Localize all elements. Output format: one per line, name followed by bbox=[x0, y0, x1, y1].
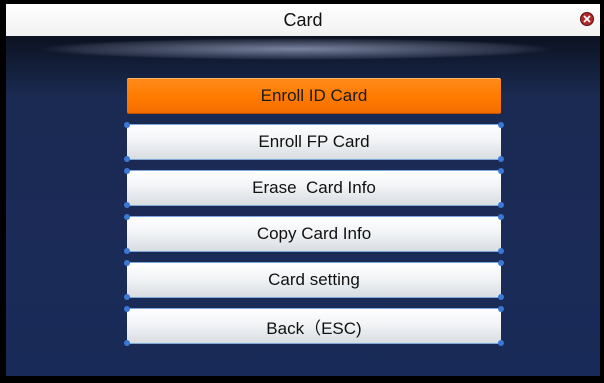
menu-item-copy-card-info[interactable]: Copy Card Info bbox=[124, 214, 504, 254]
menu-item-label: Back（ESC) bbox=[266, 318, 362, 338]
corner-dot bbox=[124, 202, 130, 208]
card-menu: Enroll ID Card Enroll FP Card Erase Card… bbox=[124, 78, 504, 354]
corner-dot bbox=[124, 306, 130, 312]
corner-dot bbox=[498, 156, 504, 162]
title-bar: Card bbox=[6, 4, 600, 37]
corner-dot bbox=[498, 294, 504, 300]
corner-dot bbox=[124, 340, 130, 346]
menu-screen: Enroll ID Card Enroll FP Card Erase Card… bbox=[6, 36, 600, 376]
corner-dot bbox=[124, 168, 130, 174]
corner-dot bbox=[498, 306, 504, 312]
corner-dot bbox=[124, 214, 130, 220]
menu-item-enroll-id-card[interactable]: Enroll ID Card bbox=[127, 78, 501, 114]
menu-item-back[interactable]: Back（ESC) bbox=[124, 306, 504, 346]
corner-dot bbox=[498, 168, 504, 174]
corner-dot bbox=[124, 294, 130, 300]
close-icon[interactable] bbox=[580, 12, 594, 26]
corner-dot bbox=[498, 340, 504, 346]
menu-item-label: Card setting bbox=[268, 270, 360, 289]
corner-dot bbox=[498, 248, 504, 254]
window-title: Card bbox=[283, 10, 323, 30]
corner-dot bbox=[124, 260, 130, 266]
menu-item-card-setting[interactable]: Card setting bbox=[124, 260, 504, 300]
corner-dot bbox=[498, 214, 504, 220]
corner-dot bbox=[124, 156, 130, 162]
corner-dot bbox=[124, 122, 130, 128]
menu-item-label: Erase Card Info bbox=[252, 178, 376, 197]
corner-dot bbox=[498, 202, 504, 208]
screen-highlight bbox=[36, 38, 556, 60]
corner-dot bbox=[498, 260, 504, 266]
menu-item-label: Enroll FP Card bbox=[258, 132, 370, 151]
corner-dot bbox=[498, 122, 504, 128]
corner-dot bbox=[124, 248, 130, 254]
menu-item-erase-card-info[interactable]: Erase Card Info bbox=[124, 168, 504, 208]
device-window: Card Enroll ID Card Enroll FP Card Erase… bbox=[0, 0, 604, 383]
menu-item-enroll-fp-card[interactable]: Enroll FP Card bbox=[124, 122, 504, 162]
menu-item-label: Enroll ID Card bbox=[260, 86, 368, 105]
menu-item-label: Copy Card Info bbox=[256, 224, 372, 243]
